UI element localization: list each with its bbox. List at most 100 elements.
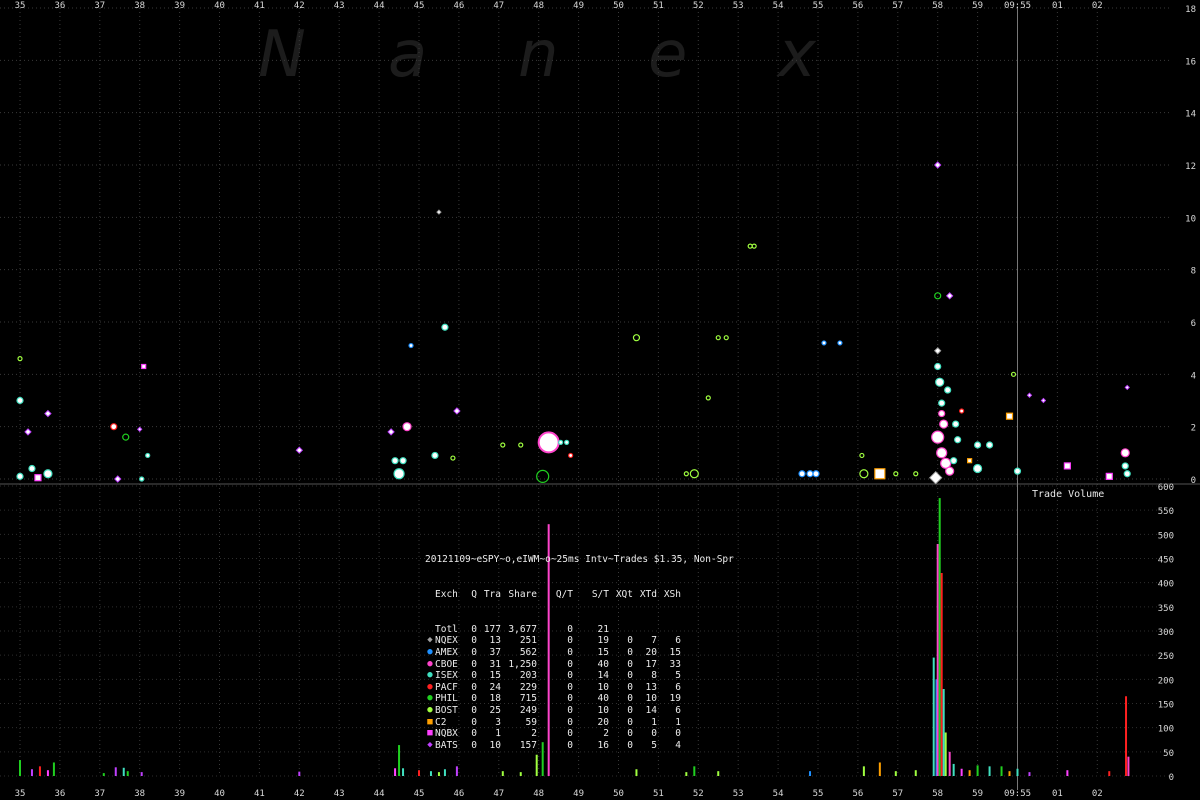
trade-point (821, 340, 827, 346)
trade-point (939, 419, 949, 429)
x-tick-label: 46 (453, 789, 464, 799)
summary-cell: 16 (597, 739, 609, 751)
summary-cell: 203 (519, 670, 537, 682)
summary-exchange: BATS (435, 739, 458, 751)
trade-point (798, 470, 806, 478)
summary-cell: 3,677 (508, 623, 537, 635)
volume-bar (443, 769, 446, 776)
trade-point (450, 455, 456, 461)
x-tick-label: 53 (733, 789, 744, 799)
summary-cell: 59 (525, 716, 537, 728)
summary-cell: 15 (489, 670, 501, 682)
volume-tick-label: 150 (1158, 701, 1174, 711)
x-tick-label: 35 (15, 789, 26, 799)
volume-bar (685, 772, 688, 776)
volume-axis-labels: 0 50 100 150 200 250 300 350 400 450 500 550 600 (1158, 483, 1174, 783)
trade-point (568, 452, 574, 459)
trade-point (387, 428, 395, 436)
x-tick-label: 43 (334, 789, 345, 799)
volume-bar (437, 772, 440, 776)
trade-point (913, 471, 919, 477)
volume-bar (394, 768, 397, 776)
summary-cell: 0 (567, 693, 573, 705)
x-tick-label: 02 (1092, 1, 1103, 11)
price-tick-label: 14 (1185, 110, 1196, 120)
volume-bar (936, 544, 939, 776)
trade-point (935, 377, 945, 387)
summary-cell: 0 (627, 670, 633, 682)
summary-cell: 0 (471, 623, 477, 635)
x-tick-label: 59 (972, 1, 983, 11)
summary-cell: 0 (627, 739, 633, 751)
volume-bar (968, 770, 971, 776)
trade-point (16, 396, 24, 405)
summary-cell: 7 (651, 635, 657, 647)
x-tick-label: 09:55 (1004, 789, 1031, 799)
summary-cell: 0 (567, 716, 573, 728)
volume-bar (862, 766, 865, 776)
summary-cell: 24 (489, 681, 501, 693)
trade-point (938, 409, 946, 418)
summary-cell: 0 (675, 728, 681, 740)
summary-exchange: NQEX (435, 635, 458, 647)
summary-cell: 5 (675, 670, 681, 682)
summary-cell: 20 (597, 716, 609, 728)
x-tick-label: 36 (54, 789, 65, 799)
x-tick-label: 37 (94, 1, 105, 11)
summary-exchange: NQBX (435, 728, 458, 740)
x-tick-label: 53 (733, 1, 744, 11)
trade-point (972, 463, 983, 474)
exchange-marker-icon: ■ (427, 728, 433, 739)
trade-point (391, 457, 399, 465)
trade-point (28, 464, 36, 473)
exchange-marker-icon: ● (427, 658, 433, 669)
x-tick-label: 40 (214, 1, 225, 11)
trade-point (928, 470, 943, 485)
summary-header-row: Exch Q Tra Share Q/T S/T XQt XTd XSh (425, 589, 734, 601)
x-tick-label: 44 (374, 789, 385, 799)
trade-point (1005, 412, 1014, 420)
volume-bar (717, 771, 720, 776)
summary-cell: 4 (675, 739, 681, 751)
summary-header-cell: XSh (663, 588, 681, 600)
trade-point (558, 439, 564, 445)
trade-point (967, 458, 973, 464)
trade-point (1040, 397, 1047, 404)
summary-cell: 14 (645, 704, 657, 716)
summary-header-cell: Q (471, 588, 477, 600)
summary-cell: 0 (567, 670, 573, 682)
x-tick-label: 54 (773, 789, 784, 799)
volume-bar (944, 732, 947, 776)
price-tick-label: 10 (1185, 214, 1196, 224)
summary-cell: 249 (519, 704, 537, 716)
trade-point (1013, 467, 1022, 475)
summary-cell: 0 (567, 623, 573, 635)
volume-bar (809, 771, 812, 776)
summary-row: ◆ BATS 0 10 157 0 16 0 5 4 (425, 740, 734, 752)
volume-bar (948, 751, 951, 776)
summary-cell: 0 (471, 681, 477, 693)
summary-cell: 0 (471, 739, 477, 751)
volume-bar (976, 765, 979, 776)
volume-tick-label: 500 (1158, 531, 1174, 541)
watermark-letter: x (776, 18, 817, 92)
volume-bar (894, 771, 897, 776)
summary-row: ● BOST 0 25 249 0 10 0 14 6 (425, 705, 734, 717)
volume-bar (988, 766, 991, 776)
volume-tick-label: 450 (1158, 556, 1174, 566)
summary-cell: 0 (627, 728, 633, 740)
summary-cell: 0 (567, 658, 573, 670)
x-tick-label: 02 (1092, 789, 1103, 799)
trade-point (1063, 462, 1071, 470)
x-tick-label: 52 (693, 1, 704, 11)
volume-bar (942, 689, 945, 776)
x-tick-label: 39 (174, 789, 185, 799)
price-tick-label: 6 (1191, 319, 1196, 329)
volume-bar (1127, 756, 1130, 776)
summary-cell: 15 (597, 646, 609, 658)
trade-point (952, 420, 960, 428)
summary-header-cell: Tra (483, 588, 501, 600)
volume-bar (1000, 766, 1003, 776)
x-tick-label: 46 (453, 1, 464, 11)
summary-cell: 6 (675, 704, 681, 716)
